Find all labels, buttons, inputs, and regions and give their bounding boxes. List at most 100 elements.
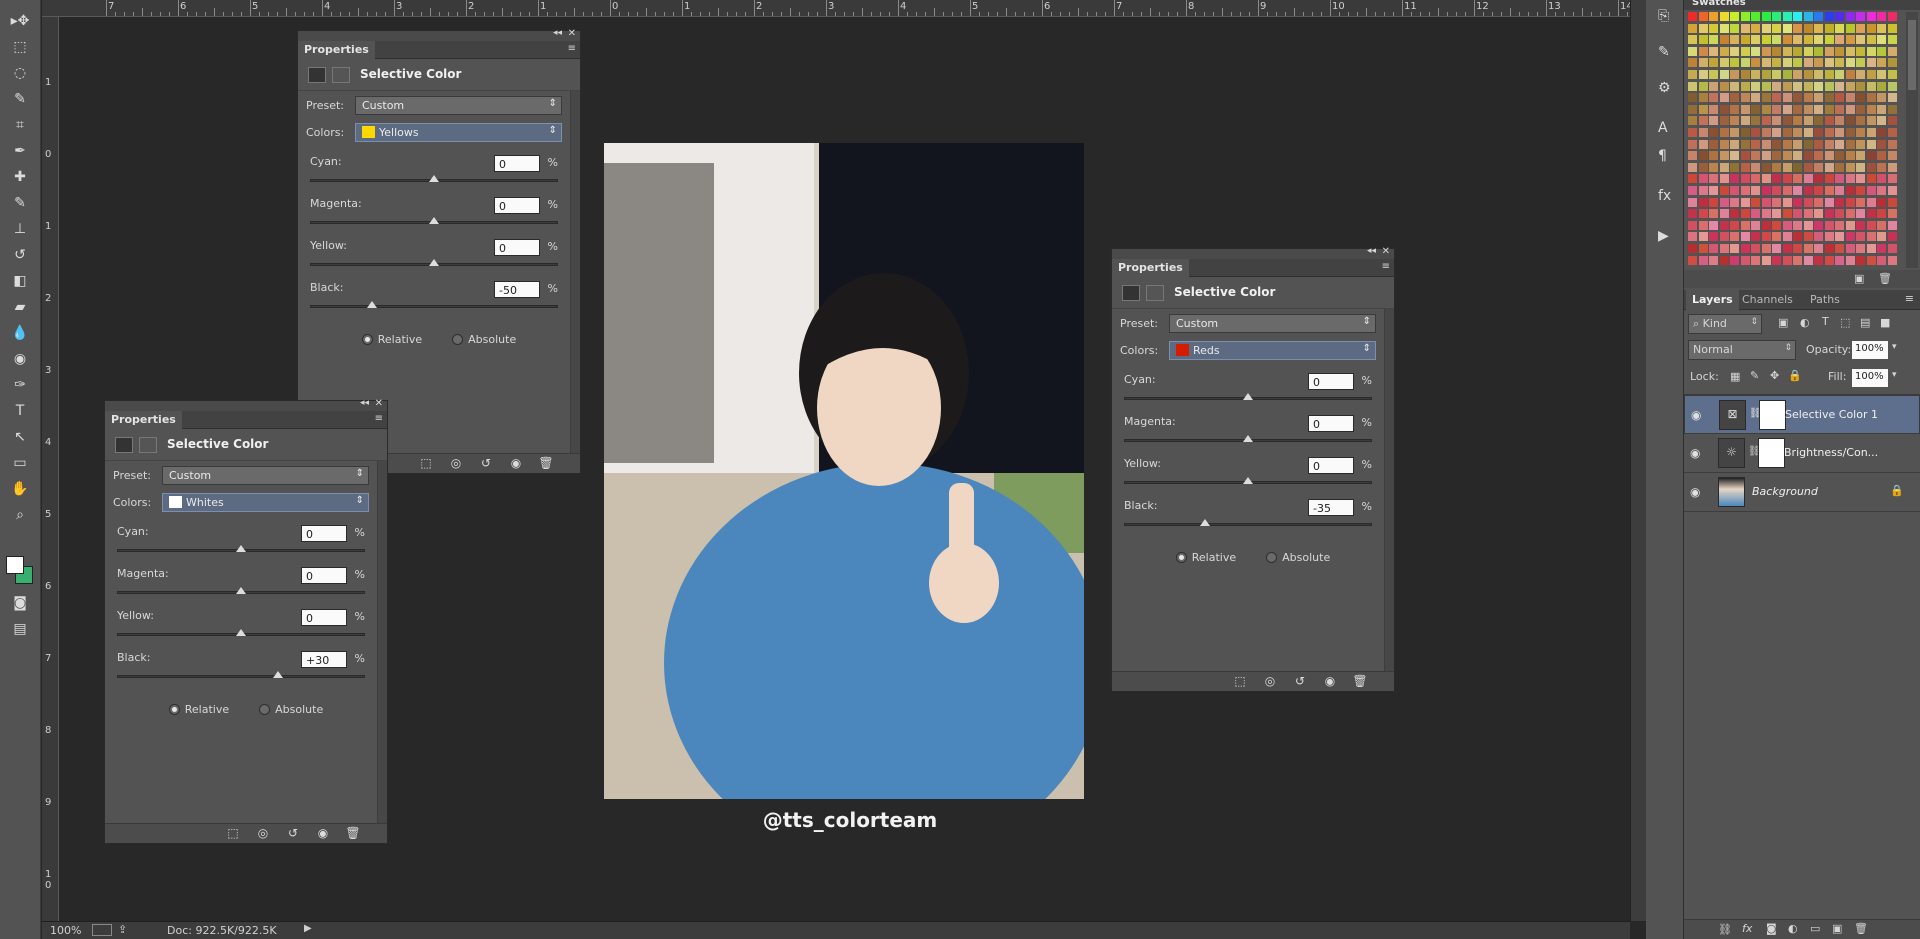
swatch-color[interactable] [1887,232,1897,242]
swatch-color[interactable] [1887,58,1897,68]
swatch-color[interactable] [1761,35,1771,45]
delete-adjustment-icon[interactable]: 🗑 [345,826,361,842]
swatch-color[interactable] [1866,209,1876,219]
clip-to-layer-icon[interactable]: ⬚ [1232,674,1248,690]
gradient-tool-icon[interactable]: ▰ [7,296,33,318]
swatch-color[interactable] [1740,162,1750,172]
swatch-color[interactable] [1887,70,1897,79]
colors-select[interactable]: Reds ⇕ [1169,341,1376,360]
swatch-color[interactable] [1751,162,1760,172]
swatch-color[interactable] [1782,151,1792,161]
swatch-color[interactable] [1803,232,1813,242]
slider-value-field[interactable]: 0 [301,609,347,626]
swatch-color[interactable] [1730,104,1739,114]
swatch-color[interactable] [1877,174,1886,184]
panel-titlebar[interactable]: ◂◂ ✕ [105,398,387,411]
swatch-color[interactable] [1761,12,1771,21]
slider-thumb[interactable] [236,629,246,636]
swatch-color[interactable] [1751,174,1760,184]
swatch-color[interactable] [1698,255,1708,265]
swatch-color[interactable] [1782,23,1792,33]
swatch-color[interactable] [1772,35,1781,45]
swatch-color[interactable] [1698,186,1708,195]
swatch-color[interactable] [1814,186,1823,195]
swatch-color[interactable] [1856,232,1865,242]
swatch-color[interactable] [1761,197,1771,207]
swatch-color[interactable] [1688,104,1697,114]
swatch-color[interactable] [1856,255,1865,265]
swatch-color[interactable] [1824,197,1834,207]
swatch-color[interactable] [1877,12,1886,21]
canvas-vertical-scrollbar[interactable] [1630,0,1646,921]
swatch-color[interactable] [1877,104,1886,114]
swatch-color[interactable] [1688,116,1697,126]
preset-select[interactable]: Custom ⇕ [162,466,369,485]
swatch-color[interactable] [1761,232,1771,242]
delete-adjustment-icon[interactable]: 🗑 [538,456,554,472]
swatch-color[interactable] [1740,151,1750,161]
swatch-color[interactable] [1793,58,1802,68]
swatch-color[interactable] [1814,58,1823,68]
fill-field[interactable]: 100% [1852,369,1888,387]
panel-titlebar[interactable]: ◂◂ ✕ [1112,246,1394,259]
slider-thumb[interactable] [1243,393,1253,400]
swatch-color[interactable] [1730,58,1739,68]
close-panel-icon[interactable]: ✕ [568,28,576,39]
slider-value-field[interactable]: -35 [1308,499,1354,516]
swatch-color[interactable] [1814,93,1823,103]
layer-mask-thumbnail[interactable] [1758,438,1785,468]
close-panel-icon[interactable]: ✕ [375,398,383,409]
swatch-color[interactable] [1698,23,1708,33]
swatch-color[interactable] [1877,162,1886,172]
hand-tool-icon[interactable]: ✋ [7,478,33,500]
swatch-color[interactable] [1751,232,1760,242]
swatch-color[interactable] [1835,174,1844,184]
swatch-color[interactable] [1772,81,1781,91]
swatch-color[interactable] [1719,232,1729,242]
swatch-color[interactable] [1730,255,1739,265]
swatch-color[interactable] [1835,186,1844,195]
slider-thumb[interactable] [1243,435,1253,442]
slider-value-field[interactable]: 0 [494,197,540,214]
swatch-color[interactable] [1877,81,1886,91]
swatch-color[interactable] [1856,93,1865,103]
swatch-color[interactable] [1761,70,1771,79]
swatch-color[interactable] [1730,174,1739,184]
swatch-color[interactable] [1782,162,1792,172]
swatch-color[interactable] [1814,232,1823,242]
relative-radio[interactable]: Relative [168,703,229,716]
swatch-color[interactable] [1688,151,1697,161]
slider-thumb[interactable] [236,545,246,552]
lock-all-icon[interactable]: 🔒 [1788,369,1802,382]
swatch-color[interactable] [1740,128,1750,137]
swatch-color[interactable] [1845,255,1855,265]
swatch-color[interactable] [1782,220,1792,230]
swatch-color[interactable] [1866,35,1876,45]
swatch-color[interactable] [1824,186,1834,195]
swatch-color[interactable] [1814,255,1823,265]
swatch-color[interactable] [1803,197,1813,207]
swatch-color[interactable] [1761,174,1771,184]
swatch-color[interactable] [1814,162,1823,172]
swatch-color[interactable] [1835,23,1844,33]
swatch-color[interactable] [1688,186,1697,195]
styles-icon[interactable]: fx [1658,188,1671,204]
opacity-dropdown-icon[interactable]: ▾ [1892,342,1897,352]
layer-name[interactable]: Brightness/Con... [1784,446,1878,459]
swatch-color[interactable] [1793,93,1802,103]
zoom-level[interactable]: 100% [50,924,81,937]
swatch-color[interactable] [1698,139,1708,149]
slider-thumb[interactable] [429,175,439,182]
absolute-radio[interactable]: Absolute [1266,551,1330,564]
slider-value-field[interactable]: 0 [301,567,347,584]
swatch-color[interactable] [1835,93,1844,103]
relative-radio[interactable]: Relative [361,333,422,346]
swatch-color[interactable] [1793,139,1802,149]
swatch-color[interactable] [1782,232,1792,242]
swatch-color[interactable] [1866,70,1876,79]
swatch-color[interactable] [1866,23,1876,33]
swatch-color[interactable] [1761,244,1771,253]
reset-icon[interactable]: ↺ [1292,674,1308,690]
link-layers-icon[interactable]: ⛓ [1718,923,1732,936]
swatch-color[interactable] [1730,116,1739,126]
